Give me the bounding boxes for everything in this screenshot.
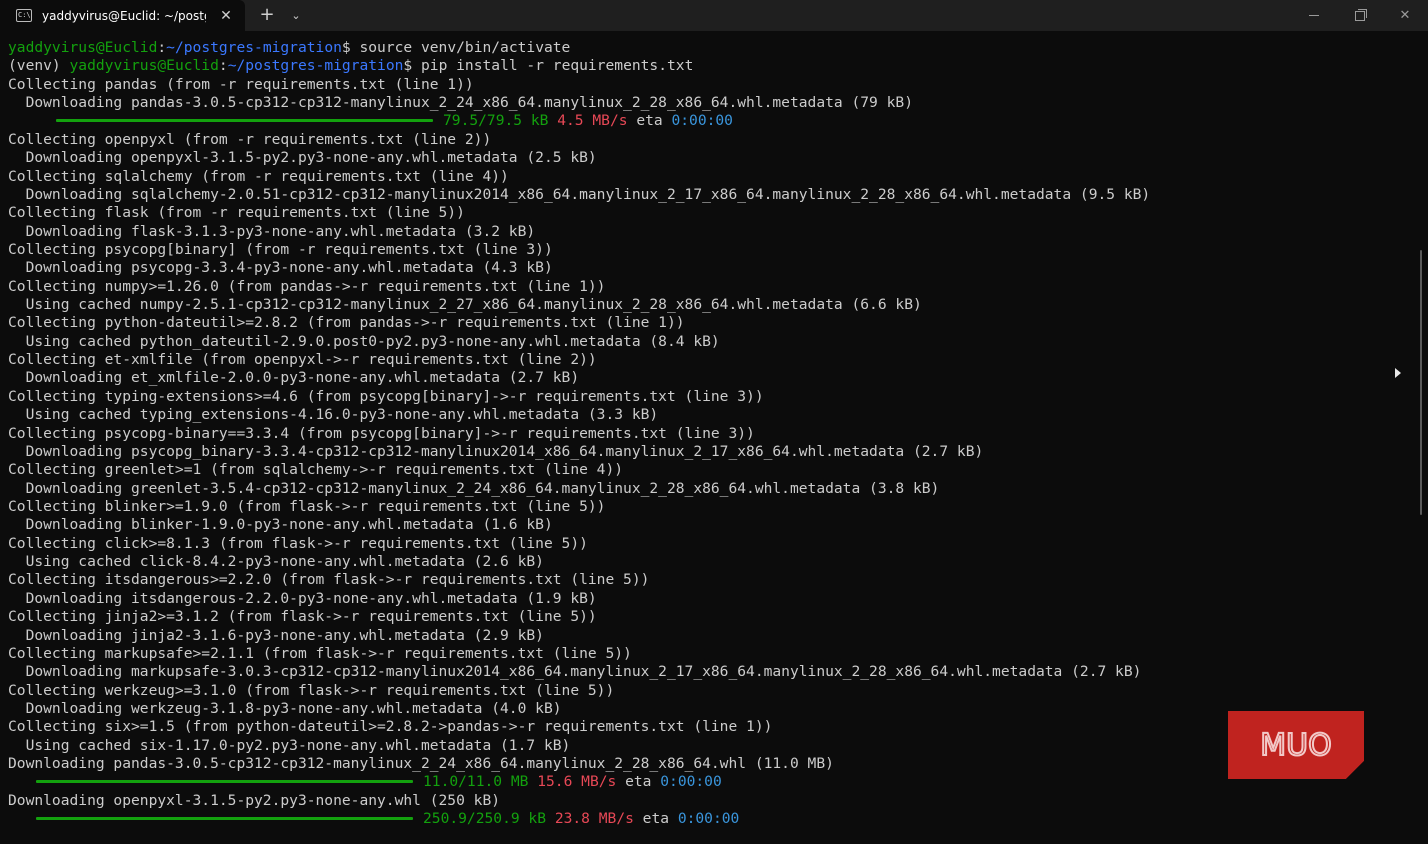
terminal-line: Using cached click-8.4.2-py3-none-any.wh… [8, 553, 544, 571]
terminal-line: Collecting markupsafe>=2.1.1 (from flask… [8, 644, 632, 662]
terminal-line: Collecting six>=1.5 (from python-dateuti… [8, 718, 773, 736]
muo-logo: MUO [1228, 711, 1364, 779]
download-size: 11.0/11.0 MB [423, 773, 529, 791]
terminal-line: Downloading greenlet-3.5.4-cp312-cp312-m… [8, 479, 940, 497]
command-text: $ pip install -r requirements.txt [403, 57, 694, 75]
progress-line: 79.5/79.5 kB 4.5 MB/s eta 0:00:00 [8, 112, 1393, 130]
terminal-line: Downloading et_xmlfile-2.0.0-py3-none-an… [8, 369, 580, 387]
progress-bar [56, 118, 433, 122]
scrollbar-thumb[interactable] [1420, 250, 1422, 515]
minimize-icon [1309, 15, 1319, 16]
terminal-line: Collecting jinja2>=3.1.2 (from flask->-r… [8, 608, 597, 626]
download-speed: 23.8 MB/s [554, 810, 634, 828]
download-speed: 4.5 MB/s [557, 112, 628, 130]
progress-line: 11.0/11.0 MB 15.6 MB/s eta 0:00:00 [8, 773, 1393, 791]
terminal-line: Collecting et-xmlfile (from openpyxl->-r… [8, 351, 597, 369]
minimize-button[interactable] [1291, 0, 1337, 31]
eta-label: eta [616, 773, 661, 791]
terminal-line: Collecting typing-extensions>=4.6 (from … [8, 387, 764, 405]
tab-title: yaddyvirus@Euclid: ~/postgres-migration [42, 8, 206, 23]
prompt-user-host: yaddyvirus@Euclid [8, 39, 158, 56]
terminal-line: Collecting python-dateutil>=2.8.2 (from … [8, 314, 685, 332]
mouse-cursor-icon [1395, 368, 1401, 378]
command-text: $ source venv/bin/activate [341, 39, 571, 56]
terminal-line: Collecting openpyxl (from -r requirement… [8, 130, 492, 148]
download-size: 250.9/250.9 kB [423, 810, 547, 828]
terminal-line: Downloading psycopg_binary-3.3.4-cp312-c… [8, 442, 984, 460]
terminal-line: Collecting greenlet>=1 (from sqlalchemy-… [8, 461, 624, 479]
terminal-line: Collecting flask (from -r requirements.t… [8, 204, 465, 222]
eta-label: eta [627, 112, 672, 130]
terminal-line: Using cached typing_extensions-4.16.0-py… [8, 406, 659, 424]
terminal-line: Downloading werkzeug-3.1.8-py3-none-any.… [8, 699, 562, 717]
progress-line: 250.9/250.9 kB 23.8 MB/s eta 0:00:00 [8, 810, 1393, 828]
terminal-line: Collecting psycopg-binary==3.3.4 (from p… [8, 424, 755, 442]
terminal-line: Downloading pandas-3.0.5-cp312-cp312-man… [8, 94, 913, 112]
download-speed: 15.6 MB/s [537, 773, 617, 791]
terminal-line: Collecting werkzeug>=3.1.0 (from flask->… [8, 681, 615, 699]
new-tab-button[interactable]: + [257, 6, 277, 26]
prompt-user-host: yaddyvirus@Euclid [69, 57, 219, 75]
terminal-line: Downloading psycopg-3.3.4-py3-none-any.w… [8, 259, 553, 277]
terminal-line: Collecting itsdangerous>=2.2.0 (from fla… [8, 571, 650, 589]
restore-icon [1355, 8, 1367, 21]
close-icon[interactable]: ✕ [218, 8, 234, 24]
download-size: 79.5/79.5 kB [443, 112, 549, 130]
venv-indicator: (venv) [8, 57, 70, 75]
restore-button[interactable] [1337, 0, 1383, 31]
terminal-line: yaddyvirus@Euclid:~/postgres-migration$ … [8, 39, 571, 56]
eta-value: 0:00:00 [677, 810, 740, 828]
prompt-path: ~/postgres-migration [166, 39, 342, 56]
terminal-icon [16, 9, 32, 22]
terminal-line: Using cached six-1.17.0-py2.py3-none-any… [8, 736, 571, 754]
terminal-line: (venv) yaddyvirus@Euclid:~/postgres-migr… [8, 57, 694, 75]
progress-bar [36, 779, 413, 783]
title-bar: yaddyvirus@Euclid: ~/postgres-migration … [0, 0, 1428, 31]
eta-value: 0:00:00 [660, 773, 722, 791]
terminal-line: Downloading flask-3.1.3-py3-none-any.whl… [8, 222, 536, 240]
terminal-line: Downloading openpyxl-3.1.5-py2.py3-none-… [8, 791, 501, 809]
eta-label: eta [633, 810, 678, 828]
terminal-line: Collecting click>=8.1.3 (from flask->-r … [8, 534, 588, 552]
window-close-button[interactable]: ✕ [1382, 0, 1428, 31]
terminal-line: Downloading openpyxl-3.1.5-py2.py3-none-… [8, 149, 597, 167]
terminal-line: Downloading itsdangerous-2.2.0-py3-none-… [8, 589, 597, 607]
terminal-line: Collecting blinker>=1.9.0 (from flask->-… [8, 497, 606, 515]
terminal-line: Downloading markupsafe-3.0.3-cp312-cp312… [8, 663, 1142, 681]
terminal-output[interactable]: yaddyvirus@Euclid:~/postgres-migration$ … [8, 39, 1393, 839]
chevron-down-icon[interactable]: ⌄ [287, 6, 305, 26]
terminal-line: Downloading blinker-1.9.0-py3-none-any.w… [8, 516, 553, 534]
prompt-path: ~/postgres-migration [227, 57, 404, 75]
terminal-line: Collecting psycopg[binary] (from -r requ… [8, 240, 553, 258]
terminal-tab[interactable]: yaddyvirus@Euclid: ~/postgres-migration … [0, 0, 245, 31]
terminal-line: Collecting numpy>=1.26.0 (from pandas->-… [8, 277, 606, 295]
eta-value: 0:00:00 [671, 112, 733, 130]
terminal-line: Using cached python_dateutil-2.9.0.post0… [8, 332, 720, 350]
terminal-line: Downloading sqlalchemy-2.0.51-cp312-cp31… [8, 185, 1151, 203]
terminal-line: Collecting sqlalchemy (from -r requireme… [8, 167, 509, 185]
terminal-line: Collecting pandas (from -r requirements.… [8, 75, 474, 93]
logo-text: MUO [1260, 728, 1331, 763]
terminal-line: Downloading pandas-3.0.5-cp312-cp312-man… [8, 755, 834, 773]
progress-bar [36, 816, 413, 820]
terminal-line: Downloading jinja2-3.1.6-py3-none-any.wh… [8, 626, 544, 644]
terminal-line: Using cached numpy-2.5.1-cp312-cp312-man… [8, 296, 922, 314]
